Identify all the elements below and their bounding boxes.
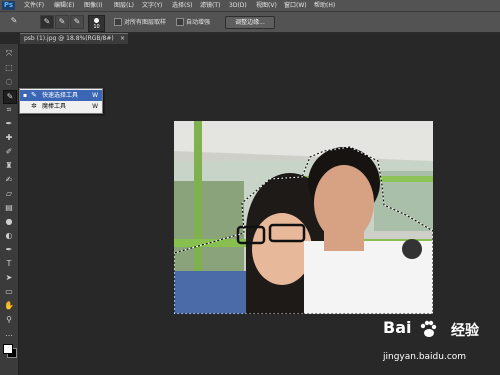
add-to-selection-button[interactable]: ✎: [55, 15, 69, 29]
magic-wand-icon: ✲: [31, 102, 37, 110]
quick-selection-tool-icon[interactable]: ✎: [3, 90, 17, 104]
eraser-tool-icon[interactable]: ▱: [3, 188, 15, 200]
zoom-tool-icon[interactable]: ⚲: [3, 314, 15, 326]
clone-stamp-tool-icon[interactable]: ♜: [3, 160, 15, 172]
menu-filter[interactable]: 滤镜(T): [200, 1, 220, 10]
tool-preset-picker[interactable]: ✎: [8, 15, 20, 27]
brush-tool-icon[interactable]: ✐: [3, 146, 15, 158]
subtract-from-selection-button[interactable]: ✎: [70, 15, 84, 29]
menu-view[interactable]: 视图(V): [256, 1, 277, 10]
pen-tool-icon[interactable]: ✒: [3, 244, 15, 256]
watermark-brand: Bai: [383, 318, 412, 337]
new-selection-button[interactable]: ✎: [40, 15, 54, 29]
eyedropper-tool-icon[interactable]: ✒: [3, 118, 15, 130]
watermark-url: jingyan.baidu.com: [383, 352, 467, 362]
tool-flyout-menu: ▪ ✎ 快速选择工具 W ✲ 魔棒工具 W: [19, 88, 103, 114]
flyout-shortcut: W: [92, 103, 98, 110]
photoshop-logo: Ps: [2, 1, 15, 10]
menu-layer[interactable]: 图层(L): [114, 1, 134, 10]
menu-file[interactable]: 文件(F): [24, 1, 44, 10]
menu-edit[interactable]: 编辑(E): [54, 1, 74, 10]
sample-all-layers-label: 对所有图层取样: [124, 19, 167, 26]
lasso-tool-icon[interactable]: ◌: [3, 76, 15, 88]
auto-enhance-label: 自动增强: [186, 19, 211, 26]
menu-help[interactable]: 帮助(H): [314, 1, 335, 10]
document-image[interactable]: 17-5-29 10:02: [174, 121, 433, 314]
close-tab-icon[interactable]: ×: [120, 34, 125, 44]
menu-3d[interactable]: 3D(D): [229, 1, 247, 10]
auto-enhance-checkbox[interactable]: [176, 18, 184, 26]
marquee-tool-icon[interactable]: ⬚: [3, 62, 15, 74]
quick-selection-icon: ✎: [10, 16, 18, 25]
toolbox: ⤧ ⬚ ◌ ✎ ⌗ ✒ ✚ ✐ ♜ ✍ ▱ ▤ ● ◐ ✒ T ➤ ▭ ✋ ⚲ …: [0, 44, 19, 375]
brush-tip-icon: [94, 18, 99, 23]
menu-window[interactable]: 窗口(W): [284, 1, 307, 10]
watermark-brand-jingyan: 经验: [451, 323, 479, 339]
sample-all-layers-checkbox[interactable]: [114, 18, 122, 26]
paw-icon: [420, 320, 437, 337]
document-tab[interactable]: psb (1).jpg @ 18.8%(RGB/8#) ×: [20, 33, 128, 44]
document-title: psb (1).jpg @ 18.8%(RGB/8#): [24, 35, 114, 42]
blur-tool-icon[interactable]: ●: [3, 216, 15, 228]
menu-select[interactable]: 选择(S): [172, 1, 193, 10]
brush-subtract-icon: ✎: [73, 17, 81, 26]
menu-image[interactable]: 图像(I): [84, 1, 102, 10]
brush-new-icon: ✎: [43, 17, 51, 26]
menu-type[interactable]: 文字(Y): [142, 1, 162, 10]
flyout-quick-selection[interactable]: ▪ ✎ 快速选择工具 W: [20, 90, 102, 101]
options-bar: ✎ ✎ ✎ ✎ 10 对所有图层取样 自动增强 调整边缘...: [0, 12, 500, 33]
flyout-shortcut: W: [92, 92, 98, 99]
dodge-tool-icon[interactable]: ◐: [3, 230, 15, 242]
move-tool-icon[interactable]: ⤧: [3, 48, 15, 60]
shape-tool-icon[interactable]: ▭: [3, 286, 15, 298]
path-selection-tool-icon[interactable]: ➤: [3, 272, 15, 284]
healing-brush-tool-icon[interactable]: ✚: [3, 132, 15, 144]
brush-picker[interactable]: 10: [88, 15, 105, 32]
crop-tool-icon[interactable]: ⌗: [3, 104, 15, 116]
flyout-item-label: 魔棒工具: [42, 103, 67, 110]
menu-bar: Ps 文件(F) 编辑(E) 图像(I) 图层(L) 文字(Y) 选择(S) 滤…: [0, 0, 500, 12]
flyout-item-label: 快速选择工具: [42, 92, 79, 99]
foreground-color-swatch[interactable]: [3, 344, 13, 354]
photo-illustration: 17-5-29 10:02: [174, 121, 433, 314]
quick-selection-icon: ✎: [31, 91, 37, 99]
brush-size-value: 10: [93, 24, 100, 30]
brush-add-icon: ✎: [58, 17, 66, 26]
flyout-magic-wand[interactable]: ✲ 魔棒工具 W: [20, 101, 102, 112]
photo-timestamp: 17-5-29 10:02: [374, 297, 431, 306]
active-bullet-icon: ▪: [23, 92, 28, 99]
history-brush-tool-icon[interactable]: ✍: [3, 174, 15, 186]
baidu-jingyan-watermark: Bai 经验 jingyan.baidu.com: [383, 318, 498, 373]
type-tool-icon[interactable]: T: [3, 258, 15, 270]
gradient-tool-icon[interactable]: ▤: [3, 202, 15, 214]
refine-edge-button[interactable]: 调整边缘...: [225, 16, 275, 29]
hand-tool-icon[interactable]: ✋: [3, 300, 15, 312]
edit-toolbar-icon[interactable]: …: [3, 328, 15, 340]
